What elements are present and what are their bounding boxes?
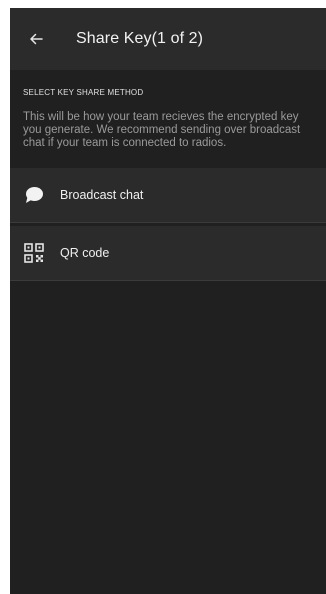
section-description: This will be how your team recieves the … <box>23 111 301 149</box>
arrow-left-icon <box>30 33 43 45</box>
back-button[interactable] <box>12 15 60 63</box>
share-key-screen: Share Key(1 of 2) SELECT KEY SHARE METHO… <box>10 8 326 594</box>
qr-code-option[interactable]: QR code <box>10 226 326 281</box>
qr-code-icon <box>22 241 46 265</box>
qr-code-label: QR code <box>60 246 110 260</box>
chat-bubble-icon <box>22 183 46 207</box>
broadcast-chat-option[interactable]: Broadcast chat <box>10 168 326 223</box>
broadcast-chat-label: Broadcast chat <box>60 188 144 202</box>
section-header: SELECT KEY SHARE METHOD <box>23 88 144 97</box>
share-method-list: Broadcast chat QR code <box>10 168 326 281</box>
page-title: Share Key(1 of 2) <box>76 30 204 47</box>
app-bar: Share Key(1 of 2) <box>10 8 326 70</box>
